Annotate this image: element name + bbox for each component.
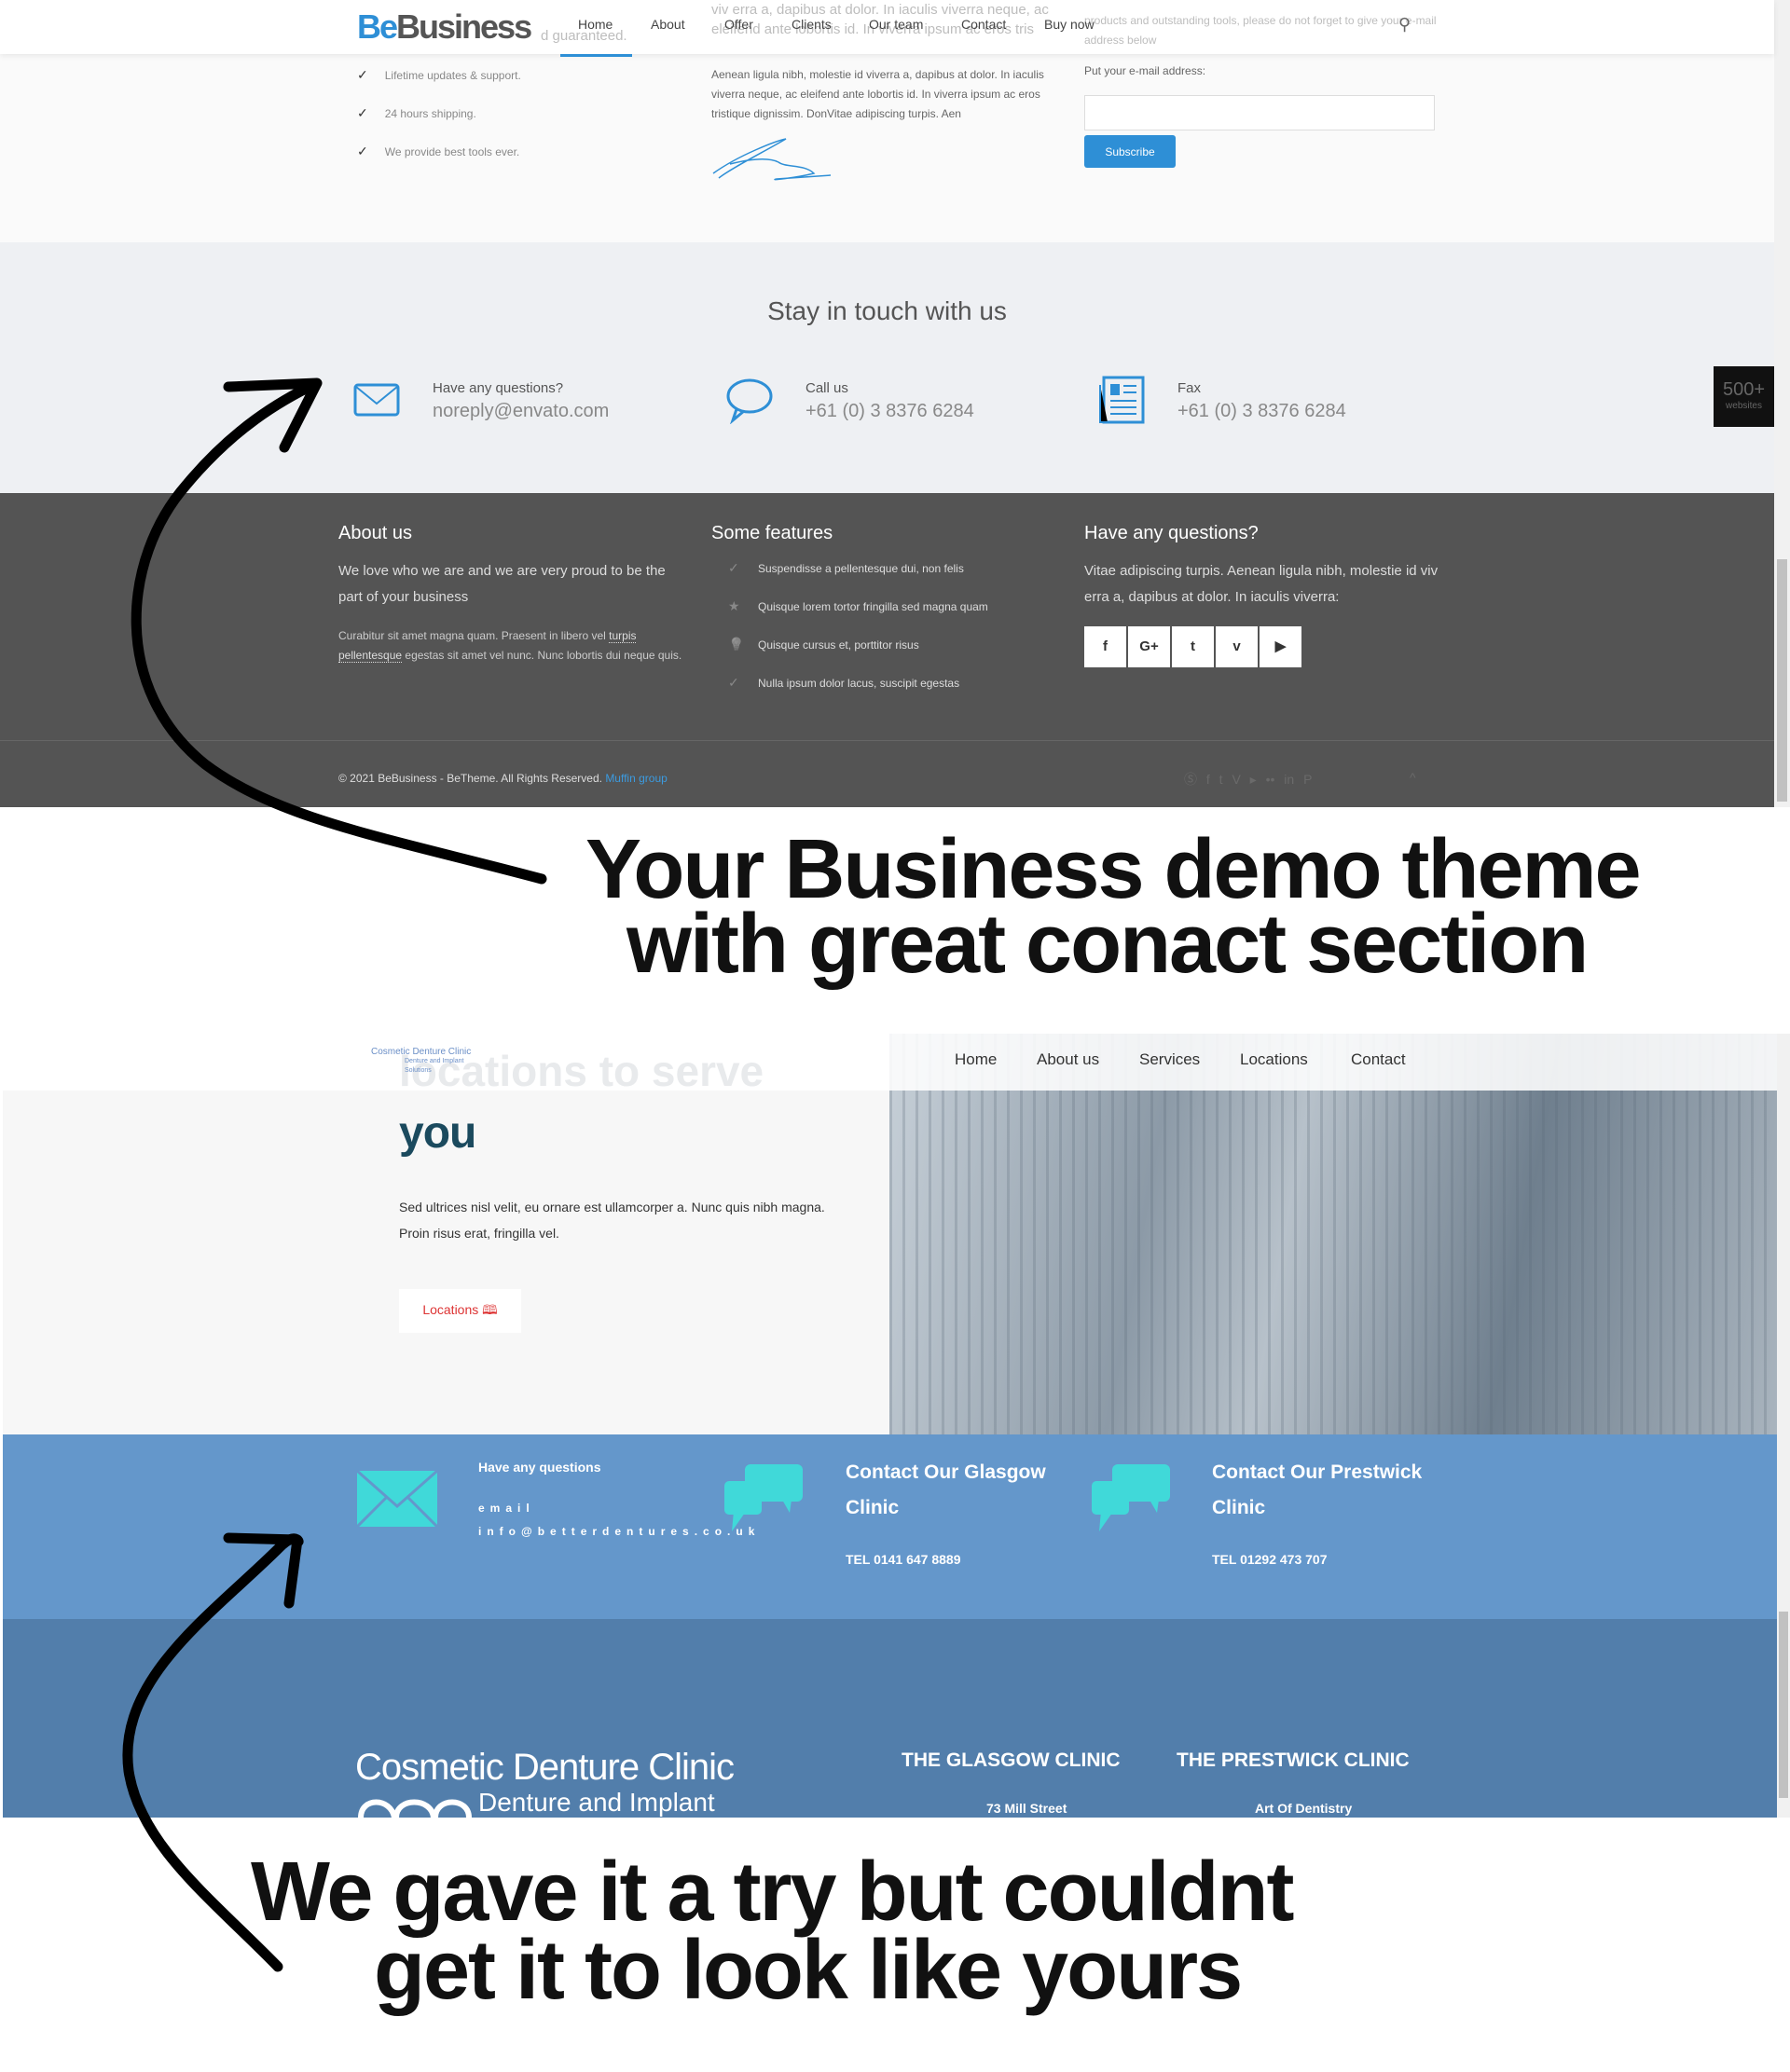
glasgow-contact-heading: Contact Our Glasgow Clinic xyxy=(846,1461,1046,1518)
facebook-button[interactable]: f xyxy=(1084,626,1126,667)
email-label: Put your e-mail address: xyxy=(1084,64,1206,77)
scrollbar[interactable] xyxy=(1774,0,1790,807)
scrollbar[interactable] xyxy=(1777,1034,1790,1818)
contact-label: Call us xyxy=(806,380,848,396)
back-to-top-icon[interactable]: ^ xyxy=(1410,770,1416,785)
nav-home[interactable]: Home xyxy=(955,1050,997,1069)
email-input[interactable] xyxy=(1084,95,1435,130)
check-icon: ✓ xyxy=(728,560,739,575)
feature-item: Quisque cursus et, porttitor risus xyxy=(758,638,919,652)
map-icon: 🕮 xyxy=(482,1301,498,1317)
muffin-group-link[interactable]: Muffin group xyxy=(605,772,668,785)
chat-icon xyxy=(1092,1464,1170,1531)
hero-paragraph: Sed ultrices nisl velit, eu ornare est u… xyxy=(399,1200,825,1241)
email-label: email xyxy=(478,1502,535,1515)
footer-divider xyxy=(0,740,1774,741)
caption-line: get it to look like yours xyxy=(374,1924,1243,2017)
clinic-logo[interactable]: Cosmetic Denture Clinic Denture and Impla… xyxy=(371,1048,471,1076)
copyright: © 2021 BeBusiness - BeTheme. All Rights … xyxy=(338,772,668,785)
clinic-heading: THE GLASGOW CLINIC xyxy=(902,1750,1121,1771)
check-icon: ✓ xyxy=(357,67,368,82)
footer-about-text: We love who we are and we are very proud… xyxy=(338,563,666,605)
building-hero-image xyxy=(889,1034,1777,1434)
nav-services[interactable]: Services xyxy=(1139,1050,1200,1069)
feature-item: ✓ Lifetime updates & support. xyxy=(357,67,521,82)
feature-item: ✓ 24 hours shipping. xyxy=(357,105,476,120)
nav-locations[interactable]: Locations xyxy=(1240,1050,1308,1069)
footer-heading: Have any questions? xyxy=(1084,523,1259,543)
prestwick-contact-heading: Contact Our Prestwick Clinic xyxy=(1212,1461,1423,1518)
signature-image xyxy=(712,138,832,181)
nav-contact[interactable]: Contact xyxy=(1351,1050,1406,1069)
bebusiness-logo[interactable]: BeBusiness xyxy=(357,7,532,47)
ghost-text: products and outstanding tools, please d… xyxy=(1084,14,1437,47)
stay-in-touch-section xyxy=(0,242,1774,493)
clinic-heading: THE PRESTWICK CLINIC xyxy=(1177,1750,1410,1771)
clinic-footer xyxy=(3,1619,1777,1818)
youtube-button[interactable]: ▶ xyxy=(1260,626,1301,667)
nav-clients[interactable]: Clients xyxy=(792,17,832,32)
speech-bubble-icon xyxy=(726,378,773,424)
search-icon[interactable]: ⚲ xyxy=(1398,15,1411,34)
footer-social-icons[interactable]: Ⓢ f t V ▸ •• in P xyxy=(1184,770,1312,789)
nav-home[interactable]: Home xyxy=(578,17,613,32)
glasgow-phone[interactable]: TEL 0141 647 8889 xyxy=(846,1552,961,1567)
envelope-icon xyxy=(357,1471,437,1527)
star-icon: ★ xyxy=(728,598,740,613)
contact-email[interactable]: noreply@envato.com xyxy=(433,401,609,422)
clinic-address: 73 Mill Street xyxy=(986,1801,1067,1816)
footer-about-small: Curabitur sit amet magna quam. Praesent … xyxy=(338,629,682,663)
contact-fax: +61 (0) 3 8376 6284 xyxy=(1177,401,1346,421)
footer-question-text: Vitae adipiscing turpis. Aenean ligula n… xyxy=(1084,563,1439,605)
subscribe-button[interactable]: Subscribe xyxy=(1084,135,1176,168)
lightbulb-icon: 💡 xyxy=(728,637,745,652)
contact-phone: +61 (0) 3 8376 6284 xyxy=(806,401,974,421)
envelope-icon xyxy=(353,383,400,417)
contact-label: Fax xyxy=(1177,380,1202,396)
nav-offer[interactable]: Offer xyxy=(724,17,753,32)
feature-item: Nulla ipsum dolor lacus, suscipit egesta… xyxy=(758,677,960,690)
section-title: Stay in touch with us xyxy=(767,296,1007,325)
footer-heading: About us xyxy=(338,523,412,543)
caption-line: with great conact section xyxy=(626,898,1589,991)
footer-heading: Some features xyxy=(711,523,833,543)
feature-item: ✓ We provide best tools ever. xyxy=(357,144,520,158)
chat-icon xyxy=(724,1464,803,1531)
nav-about[interactable]: About xyxy=(651,17,685,32)
google-plus-button[interactable]: G+ xyxy=(1128,626,1170,667)
active-nav-indicator xyxy=(560,54,632,57)
vimeo-button[interactable]: v xyxy=(1216,626,1258,667)
contact-label: Have any questions? xyxy=(433,380,564,396)
fax-icon xyxy=(1099,376,1145,424)
check-icon: ✓ xyxy=(357,105,368,120)
caption-line: We gave it a try but couldnt xyxy=(251,1846,1294,1939)
feature-item: Quisque lorem tortor fringilla sed magna… xyxy=(758,600,988,613)
clinic-address: Art Of Dentistry xyxy=(1255,1801,1353,1816)
feature-item: Suspendisse a pellentesque dui, non feli… xyxy=(758,562,964,575)
questions-label: Have any questions xyxy=(478,1460,601,1475)
nav-contact[interactable]: Contact xyxy=(961,17,1006,32)
footer-logo-title: Cosmetic Denture Clinic xyxy=(355,1747,735,1788)
hero-heading: you xyxy=(399,1108,476,1158)
intro-text: Aenean ligula nibh, molestie id viverra … xyxy=(711,68,1044,120)
check-icon: ✓ xyxy=(728,675,739,690)
teeth-logo-icon xyxy=(358,1799,472,1818)
email-link[interactable]: info@betterdentures.co.uk xyxy=(478,1525,760,1538)
twitter-button[interactable]: t xyxy=(1172,626,1214,667)
locations-button[interactable]: Locations 🕮 xyxy=(399,1289,521,1333)
prestwick-phone[interactable]: TEL 01292 473 707 xyxy=(1212,1552,1328,1567)
nav-our-team[interactable]: Our team xyxy=(869,17,923,32)
nav-about-us[interactable]: About us xyxy=(1037,1050,1099,1069)
nav-buy-now[interactable]: Buy now xyxy=(1044,17,1095,32)
websites-badge[interactable]: 500+ websites xyxy=(1714,366,1774,427)
check-icon: ✓ xyxy=(357,144,368,158)
footer-logo-subtitle: Denture and Implant xyxy=(478,1788,715,1817)
